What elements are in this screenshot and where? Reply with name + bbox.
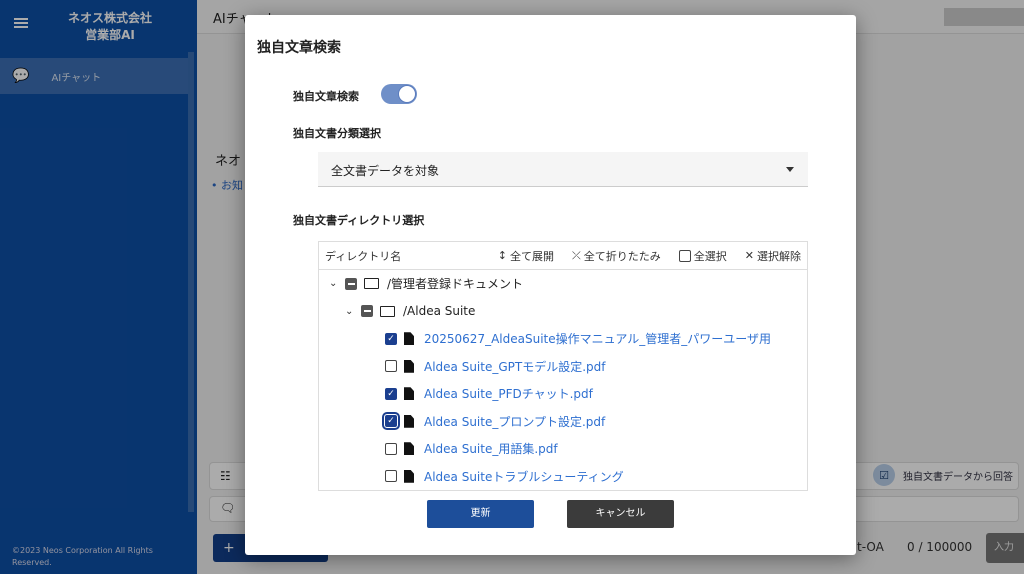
file-icon: [404, 442, 414, 456]
category-label: 独自文書分類選択: [293, 127, 381, 140]
file-row[interactable]: ✓ Aldea Suite_プロンプト設定.pdf: [319, 408, 807, 436]
file-icon: [404, 414, 414, 428]
file-row[interactable]: Aldea Suite_GPTモデル設定.pdf: [319, 353, 807, 381]
own-search-toggle[interactable]: [381, 84, 417, 104]
directory-label: 独自文書ディレクトリ選択: [293, 214, 425, 227]
file-link[interactable]: Aldea Suite_GPTモデル設定.pdf: [424, 358, 606, 375]
file-checkbox[interactable]: [385, 442, 397, 455]
file-link[interactable]: Aldea Suiteトラブルシューティング: [424, 468, 624, 485]
file-checkbox[interactable]: [385, 360, 397, 373]
folder-row[interactable]: ⌄/管理者登録ドキュメント: [319, 270, 807, 298]
search-dialog: 独自文章検索 独自文章検索 独自文書分類選択 全文書データを対象 独自文書ディレ…: [245, 15, 856, 555]
toggle-label: 独自文章検索: [293, 90, 359, 103]
file-link[interactable]: Aldea Suite_プロンプト設定.pdf: [424, 413, 605, 430]
fold-icon: ⤫: [571, 248, 581, 262]
folder-checkbox[interactable]: [345, 277, 357, 290]
update-button[interactable]: 更新: [427, 500, 534, 528]
caret-down-icon: [786, 167, 794, 176]
dialog-title: 独自文章検索: [257, 40, 341, 56]
file-row[interactable]: Aldea Suiteトラブルシューティング: [319, 463, 807, 491]
collapse-all-button[interactable]: ⤫ 全て折りたたみ: [572, 248, 661, 264]
column-name: ディレクトリ名: [325, 249, 402, 263]
file-link[interactable]: Aldea Suite_用語集.pdf: [424, 440, 558, 457]
deselect-button[interactable]: ✕ 選択解除: [745, 248, 801, 264]
folder-row[interactable]: ⌄/Aldea Suite: [319, 298, 807, 326]
folder-icon: [380, 305, 395, 317]
file-icon: [404, 387, 414, 401]
file-checkbox[interactable]: [385, 470, 397, 483]
folder-icon: [364, 278, 379, 290]
chevron-down-icon[interactable]: ⌄: [329, 278, 345, 289]
select-all-button[interactable]: 全選択: [678, 248, 727, 264]
file-link[interactable]: 20250627_AldeaSuite操作マニュアル_管理者_パワーユーザ用: [424, 330, 771, 347]
category-select[interactable]: 全文書データを対象: [318, 152, 808, 187]
file-checkbox[interactable]: ✓: [385, 387, 397, 400]
tree-header: ディレクトリ名 ↕ 全て展開 ⤫ 全て折りたたみ 全選択 ✕ 選択解除: [319, 242, 807, 270]
folder-checkbox[interactable]: [361, 305, 373, 318]
file-checkbox[interactable]: ✓: [385, 332, 397, 345]
file-icon: [404, 359, 414, 373]
chevron-down-icon[interactable]: ⌄: [345, 306, 361, 317]
file-icon: [404, 332, 414, 346]
expand-all-button[interactable]: ↕ 全て展開: [498, 248, 554, 264]
checkbox-icon: [678, 249, 691, 262]
file-icon: [404, 469, 414, 483]
file-link[interactable]: Aldea Suite_PFDチャット.pdf: [424, 385, 593, 402]
file-row[interactable]: ✓ Aldea Suite_PFDチャット.pdf: [319, 380, 807, 408]
file-row[interactable]: Aldea Suite_用語集.pdf: [319, 435, 807, 463]
cancel-button[interactable]: キャンセル: [567, 500, 674, 528]
unfold-icon: ↕: [497, 249, 507, 262]
file-checkbox[interactable]: ✓: [382, 412, 400, 431]
file-row[interactable]: ✓ 20250627_AldeaSuite操作マニュアル_管理者_パワーユーザ用: [319, 325, 807, 353]
directory-tree: ディレクトリ名 ↕ 全て展開 ⤫ 全て折りたたみ 全選択 ✕ 選択解除 ⌄/管理者登録…: [318, 241, 808, 491]
close-icon: ✕: [744, 249, 754, 262]
